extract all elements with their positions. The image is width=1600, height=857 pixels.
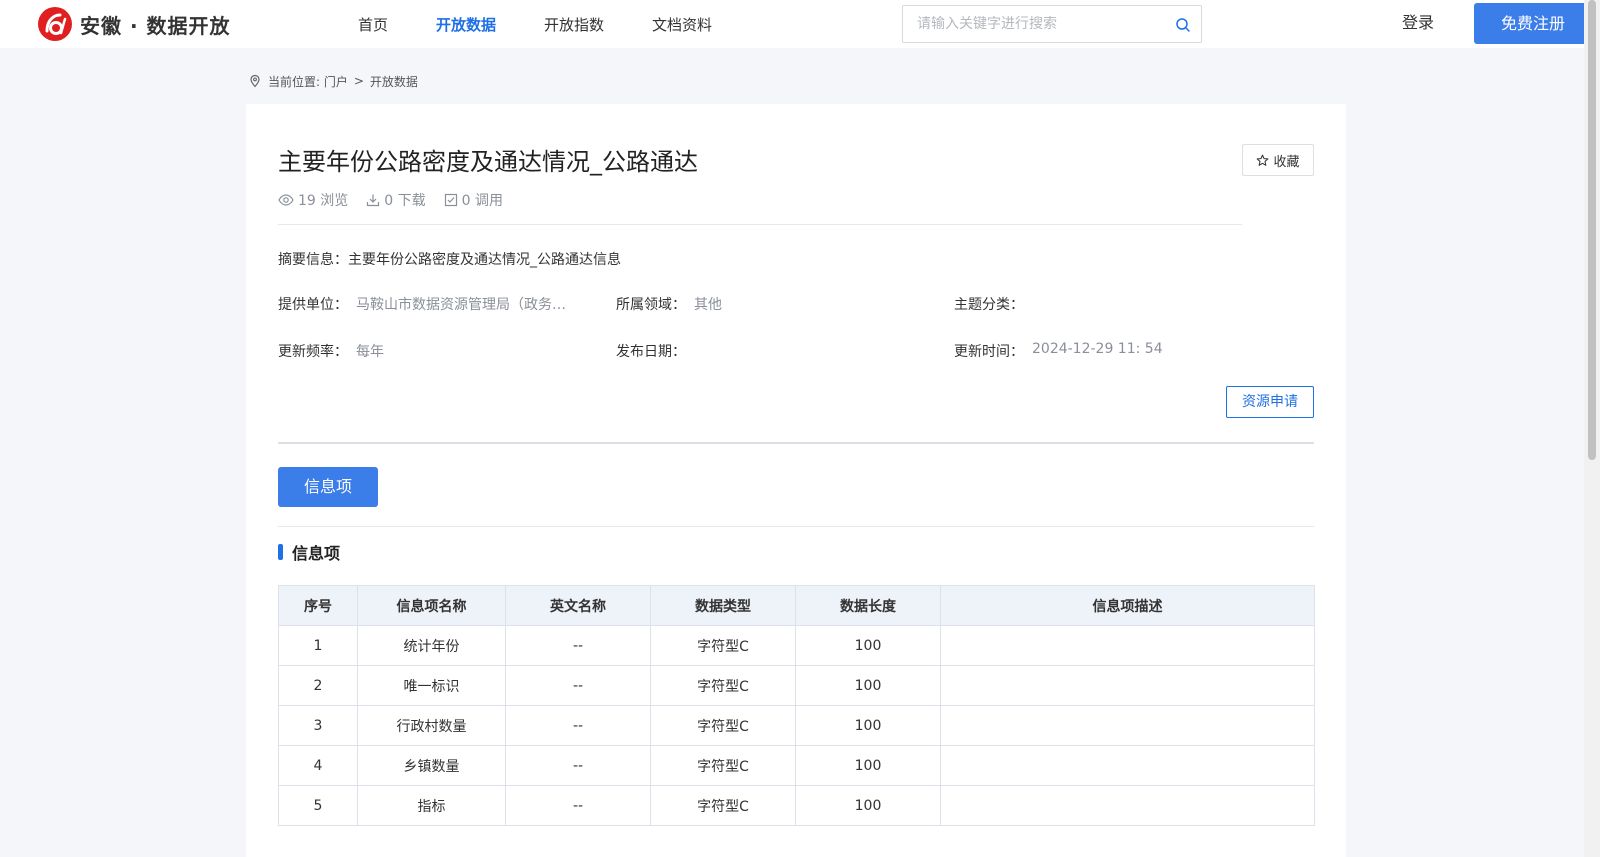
logo-text: 安徽 · 数据开放 — [80, 13, 231, 38]
provider-label: 提供单位： — [278, 297, 348, 313]
search-input[interactable] — [917, 6, 1167, 42]
section-accent-bar — [278, 544, 283, 560]
nav-item-home[interactable]: 首页 — [340, 0, 406, 48]
cell-name: 统计年份 — [357, 625, 506, 666]
login-link[interactable]: 登录 — [1402, 0, 1434, 48]
cell-data-type: 字符型C — [650, 625, 796, 666]
cell-index: 2 — [278, 665, 358, 706]
breadcrumb-current: 开放数据 — [369, 74, 418, 89]
section-divider — [278, 442, 1314, 444]
update-time-value: 2024-12-29 11: 54 — [1032, 341, 1163, 357]
col-header-data-type: 数据类型 — [650, 585, 796, 626]
cell-data-type: 字符型C — [650, 665, 796, 706]
search-icon[interactable] — [1175, 17, 1191, 33]
nav-item-open-index[interactable]: 开放指数 — [526, 0, 622, 48]
cell-name: 行政村数量 — [357, 705, 506, 746]
dataset-title: 主要年份公路密度及通达情况_公路通达 — [278, 148, 698, 176]
dataset-summary: 摘要信息：主要年份公路密度及通达情况_公路通达信息 — [278, 252, 621, 268]
location-pin-icon — [250, 74, 260, 88]
cell-english-name: -- — [505, 705, 651, 746]
info-items-section-title: 信息项 — [278, 542, 341, 563]
favorite-label: 收藏 — [1273, 154, 1300, 170]
info-items-table: 序号 信息项名称 英文名称 数据类型 数据长度 信息项描述 1 统计年份 -- … — [278, 585, 1315, 826]
col-header-description: 信息项描述 — [940, 585, 1315, 626]
dataset-stats: 19 浏览 0 下载 0 调用 — [278, 190, 521, 210]
col-header-index: 序号 — [278, 585, 358, 626]
top-header: 安徽 · 数据开放 首页 开放数据 开放指数 文档资料 登录 免费注册 — [0, 0, 1592, 48]
topic-label: 主题分类： — [954, 297, 1024, 313]
cell-english-name: -- — [505, 665, 651, 706]
cell-data-length: 100 — [795, 705, 941, 746]
breadcrumb: 当前位置: 门户 > 开放数据 — [248, 72, 418, 90]
cell-name: 指标 — [357, 785, 506, 826]
cell-data-type: 字符型C — [650, 745, 796, 786]
cell-description — [940, 705, 1315, 746]
page-scrollbar[interactable] — [1584, 0, 1600, 857]
breadcrumb-prefix[interactable]: 当前位置: 门户 — [268, 73, 348, 90]
cell-data-type: 字符型C — [650, 705, 796, 746]
cell-description — [940, 745, 1315, 786]
table-header-row: 序号 信息项名称 英文名称 数据类型 数据长度 信息项描述 — [278, 585, 1315, 626]
cell-name: 乡镇数量 — [357, 745, 506, 786]
provider-value: 马鞍山市数据资源管理局（政务服务管理局） — [356, 297, 571, 313]
table-row: 1 统计年份 -- 字符型C 100 — [278, 625, 1315, 666]
register-button[interactable]: 免费注册 — [1474, 3, 1592, 44]
stat-views: 19 浏览 — [278, 190, 348, 210]
table-row: 3 行政村数量 -- 字符型C 100 — [278, 705, 1315, 746]
cell-index: 4 — [278, 745, 358, 786]
main-nav: 首页 开放数据 开放指数 文档资料 — [340, 0, 742, 48]
cell-english-name: -- — [505, 625, 651, 666]
col-header-english-name: 英文名称 — [505, 585, 651, 626]
tab-divider — [278, 526, 1314, 527]
publish-date-label: 发布日期： — [616, 344, 686, 360]
cell-english-name: -- — [505, 785, 651, 826]
domain-value: 其他 — [694, 297, 722, 313]
eye-icon — [278, 194, 294, 206]
stat-calls-text: 0 调用 — [461, 193, 503, 209]
cell-name: 唯一标识 — [357, 665, 506, 706]
scrollbar-thumb[interactable] — [1588, 0, 1596, 460]
cell-data-length: 100 — [795, 745, 941, 786]
cell-description — [940, 785, 1315, 826]
site-logo[interactable]: 安徽 · 数据开放 — [38, 7, 231, 41]
table-row: 4 乡镇数量 -- 字符型C 100 — [278, 745, 1315, 786]
frequency-value: 每年 — [356, 344, 384, 360]
table-row: 2 唯一标识 -- 字符型C 100 — [278, 665, 1315, 706]
stat-views-text: 19 浏览 — [298, 193, 349, 209]
col-header-name: 信息项名称 — [357, 585, 506, 626]
cell-index: 3 — [278, 705, 358, 746]
domain-label: 所属领域： — [616, 297, 686, 313]
cell-description — [940, 665, 1315, 706]
resource-apply-button[interactable]: 资源申请 — [1226, 386, 1314, 418]
frequency-label: 更新频率： — [278, 344, 348, 360]
cell-data-length: 100 — [795, 625, 941, 666]
nav-item-open-data[interactable]: 开放数据 — [418, 0, 514, 48]
download-icon — [367, 194, 380, 207]
cell-index: 5 — [278, 785, 358, 826]
favorite-button[interactable]: 收藏 — [1242, 144, 1314, 176]
star-icon — [1257, 154, 1269, 166]
cell-data-length: 100 — [795, 665, 941, 706]
table-row: 5 指标 -- 字符型C 100 — [278, 785, 1315, 826]
cell-index: 1 — [278, 625, 358, 666]
update-time-label: 更新时间： — [954, 344, 1024, 360]
section-title-text: 信息项 — [292, 544, 341, 563]
cell-description — [940, 625, 1315, 666]
api-call-icon — [444, 193, 457, 207]
tab-info-items[interactable]: 信息项 — [278, 467, 378, 507]
cell-data-length: 100 — [795, 785, 941, 826]
logo-mark-icon — [38, 7, 72, 41]
stat-downloads-text: 0 下载 — [384, 193, 426, 209]
cell-english-name: -- — [505, 745, 651, 786]
dataset-detail-card: 主要年份公路密度及通达情况_公路通达 收藏 19 浏览 0 下载 0 调用 摘要… — [246, 104, 1346, 857]
breadcrumb-separator: > — [353, 74, 364, 88]
title-divider — [278, 224, 1242, 225]
stat-calls: 0 调用 — [444, 190, 503, 210]
search-box — [902, 5, 1202, 43]
nav-item-documents[interactable]: 文档资料 — [634, 0, 730, 48]
col-header-data-length: 数据长度 — [795, 585, 941, 626]
cell-data-type: 字符型C — [650, 785, 796, 826]
stat-downloads: 0 下载 — [366, 190, 426, 210]
